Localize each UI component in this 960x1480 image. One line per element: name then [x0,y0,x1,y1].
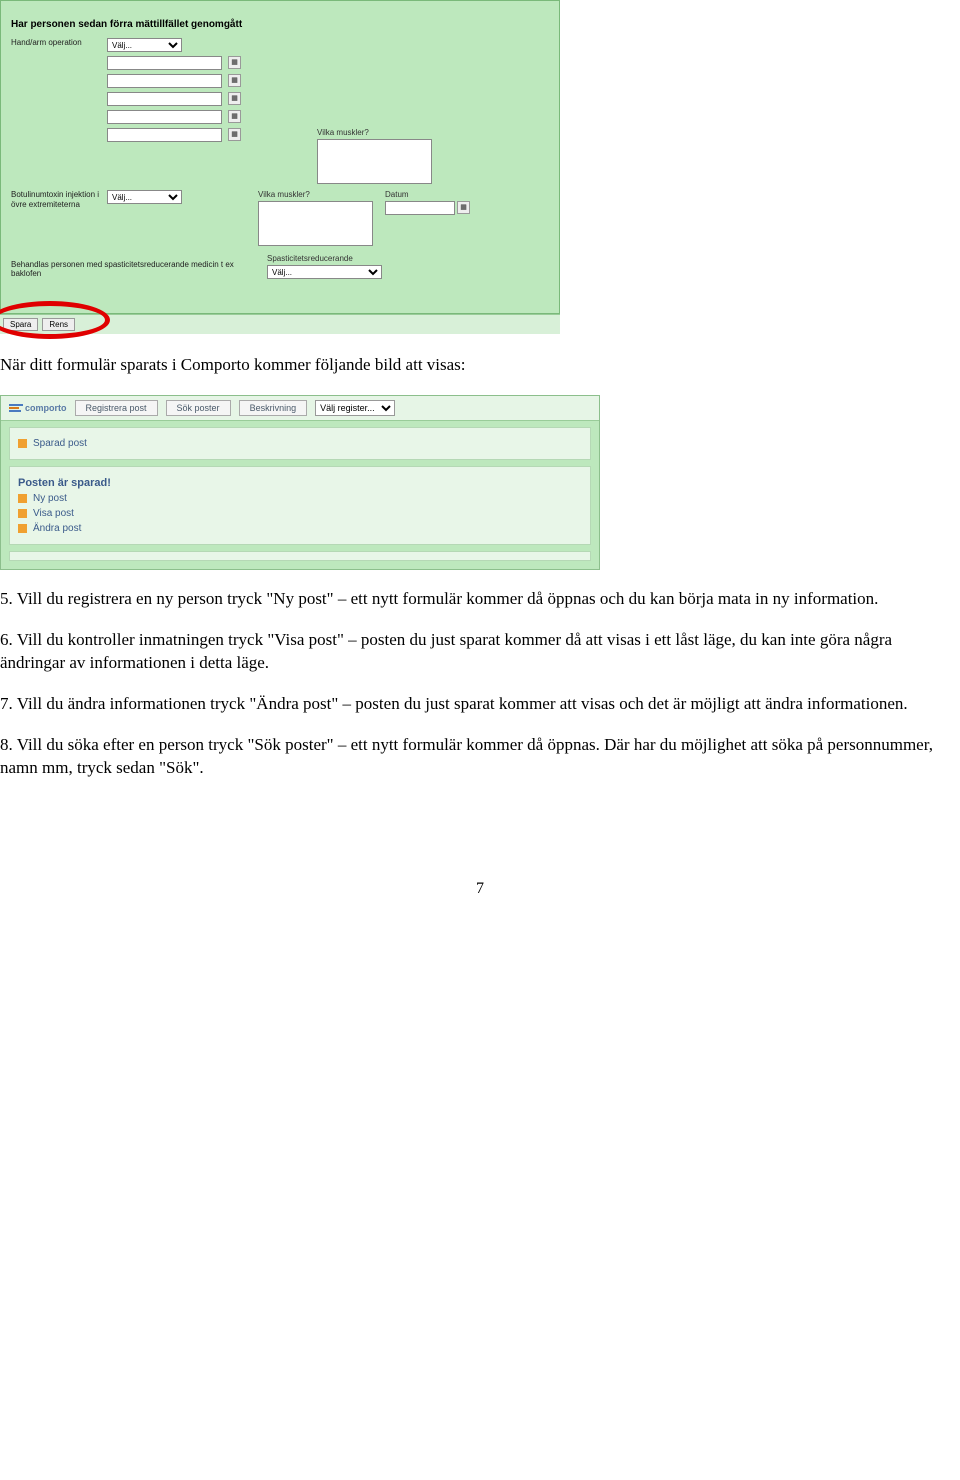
calendar-icon[interactable]: ▦ [228,56,241,69]
page-number: 7 [0,880,960,898]
actions-panel: Posten är sparad! Ny post Visa post Ändr… [9,466,591,545]
paragraph-8: 8. Vill du söka efter en person tryck "S… [0,734,960,780]
calendar-icon[interactable]: ▦ [228,110,241,123]
paragraph-6: 6. Vill du kontroller inmatningen tryck … [0,629,960,675]
muscles-textarea-2[interactable] [258,201,373,246]
visa-post-link[interactable]: Visa post [33,508,74,519]
logo-text: comporto [25,403,67,413]
calendar-icon[interactable]: ▦ [228,128,241,141]
intro-paragraph: När ditt formulär sparats i Comporto kom… [0,354,960,377]
calendar-icon[interactable]: ▦ [228,74,241,87]
logo: comporto [9,403,67,413]
muscles-label-2: Vilka muskler? [258,190,373,199]
clear-button[interactable]: Rens [42,318,75,331]
paragraph-7: 7. Vill du ändra informationen tryck "Än… [0,693,960,716]
hand-arm-label: Hand/arm operation [11,38,101,48]
section-title: Har personen sedan förra mättillfället g… [11,19,549,30]
empty-strip [9,551,591,561]
bullet-icon [18,494,27,503]
saved-post-screenshot: comporto Registrera post Sök poster Besk… [0,395,600,570]
text-input-4[interactable] [107,110,222,124]
tab-registrera[interactable]: Registrera post [75,400,158,416]
muscles-label: Vilka muskler? [317,128,432,137]
muscles-textarea-1[interactable] [317,139,432,184]
text-input-1[interactable] [107,56,222,70]
paragraph-5: 5. Vill du registrera en ny person tryck… [0,588,960,611]
register-select[interactable]: Välj register... [315,400,395,416]
save-button[interactable]: Spara [3,318,38,331]
ny-post-link[interactable]: Ny post [33,493,67,504]
bullet-icon [18,439,27,448]
tab-sok-poster[interactable]: Sök poster [166,400,231,416]
bullet-icon [18,524,27,533]
bullet-icon [18,509,27,518]
andra-post-link[interactable]: Ändra post [33,523,81,534]
text-input-5[interactable] [107,128,222,142]
sparad-post-label: Sparad post [33,438,87,449]
toolbar: comporto Registrera post Sök poster Besk… [1,396,599,421]
spast-label: Spasticitetsreducerande [267,254,382,263]
botox-label: Botulinumtoxin injektion i övre extremit… [11,190,101,209]
form-panel: Har personen sedan förra mättillfället g… [0,0,560,314]
date-label: Datum [385,190,470,199]
spast-select[interactable]: Välj... [267,265,382,279]
calendar-icon[interactable]: ▦ [457,201,470,214]
botox-select[interactable]: Välj... [107,190,182,204]
text-input-3[interactable] [107,92,222,106]
sparad-post-panel: Sparad post [9,427,591,460]
date-input[interactable] [385,201,455,215]
tab-beskrivning[interactable]: Beskrivning [239,400,308,416]
baklofen-label: Behandlas personen med spasticitetsreduc… [11,260,261,279]
button-bar: Spara Rens [0,314,560,334]
calendar-icon[interactable]: ▦ [228,92,241,105]
form-screenshot: Har personen sedan förra mättillfället g… [0,0,560,334]
posten-sparad-header: Posten är sparad! [18,477,111,489]
text-input-2[interactable] [107,74,222,88]
hand-arm-select[interactable]: Välj... [107,38,182,52]
